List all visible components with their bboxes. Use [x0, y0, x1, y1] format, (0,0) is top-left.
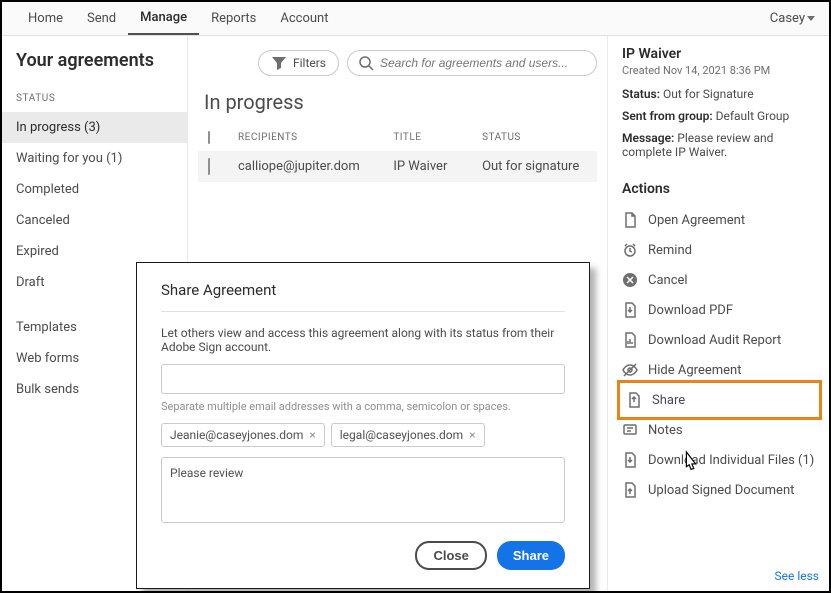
share-icon — [626, 392, 642, 408]
row-checkbox[interactable] — [208, 158, 210, 175]
action-label: Download PDF — [648, 303, 733, 318]
email-chip[interactable]: Jeanie@caseyjones.dom × — [161, 423, 325, 447]
share-agreement-modal: Share Agreement Let others view and acce… — [136, 262, 590, 589]
email-input[interactable] — [161, 364, 565, 394]
action-label: Hide Agreement — [648, 363, 741, 378]
filters-button[interactable]: Filters — [258, 50, 339, 76]
table-header: RECIPIENTS TITLE STATUS — [198, 124, 597, 151]
cancel-icon — [622, 272, 638, 288]
nav-send[interactable]: Send — [75, 3, 128, 34]
detail-title: IP Waiver — [622, 46, 817, 62]
top-nav: Home Send Manage Reports Account Casey — [2, 2, 829, 36]
close-button[interactable]: Close — [415, 541, 486, 570]
table-row[interactable]: calliope@jupiter.dom IP Waiver Out for s… — [198, 151, 597, 182]
action-audit[interactable]: Download Audit Report — [622, 325, 817, 355]
action-label: Remind — [648, 243, 692, 258]
cell-status: Out for signature — [482, 159, 593, 174]
action-label: Cancel — [648, 273, 688, 288]
filters-label: Filters — [293, 56, 326, 70]
chip-text: Jeanie@caseyjones.dom — [170, 428, 303, 442]
chevron-down-icon — [807, 16, 815, 21]
sidebar-item-canceled[interactable]: Canceled — [2, 205, 187, 236]
notes-icon — [622, 422, 638, 438]
cell-recipient: calliope@jupiter.dom — [238, 159, 393, 174]
search-input[interactable] — [380, 56, 586, 70]
action-hide[interactable]: Hide Agreement — [622, 355, 817, 385]
email-chip[interactable]: legal@caseyjones.dom × — [331, 423, 485, 447]
nav-home[interactable]: Home — [16, 3, 75, 34]
eye-off-icon — [622, 362, 638, 378]
report-icon — [622, 332, 638, 348]
select-all-checkbox[interactable] — [208, 131, 210, 144]
cell-title: IP Waiver — [393, 159, 482, 174]
clock-icon — [622, 242, 638, 258]
chip-remove-icon[interactable]: × — [469, 428, 475, 442]
document-icon — [622, 212, 638, 228]
chip-remove-icon[interactable]: × — [309, 428, 315, 442]
action-cancel[interactable]: Cancel — [622, 265, 817, 295]
action-label: Notes — [648, 423, 683, 438]
search-input-wrap[interactable] — [347, 50, 597, 76]
sidebar-item-completed[interactable]: Completed — [2, 174, 187, 205]
action-label: Open Agreement — [648, 213, 745, 228]
nav-manage[interactable]: Manage — [128, 2, 199, 35]
share-button[interactable]: Share — [497, 541, 565, 570]
detail-group: Sent from group: Default Group — [622, 109, 817, 123]
user-name: Casey — [770, 11, 805, 26]
nav-reports[interactable]: Reports — [199, 3, 268, 34]
action-label: Download Audit Report — [648, 333, 781, 348]
search-icon — [358, 55, 374, 71]
action-label: Upload Signed Document — [648, 483, 794, 498]
filter-icon — [271, 55, 287, 71]
sidebar-item-waiting[interactable]: Waiting for you (1) — [2, 143, 187, 174]
modal-body: Let others view and access this agreemen… — [161, 326, 565, 354]
upload-icon — [622, 482, 638, 498]
download-icon — [622, 302, 638, 318]
action-label: Share — [652, 393, 685, 408]
message-textarea[interactable] — [161, 457, 565, 523]
status-heading: STATUS — [2, 85, 187, 112]
page-title: Your agreements — [2, 50, 187, 85]
see-less-link[interactable]: See less — [775, 569, 820, 583]
modal-title: Share Agreement — [161, 281, 565, 299]
col-title: TITLE — [393, 132, 482, 143]
action-download-individual[interactable]: Download Individual Files (1) — [622, 445, 817, 475]
files-icon — [622, 452, 638, 468]
sidebar-item-in-progress[interactable]: In progress (3) — [2, 112, 187, 143]
action-upload[interactable]: Upload Signed Document — [622, 475, 817, 505]
chip-text: legal@caseyjones.dom — [340, 428, 463, 442]
user-menu[interactable]: Casey — [770, 7, 815, 30]
modal-helper: Separate multiple email addresses with a… — [161, 400, 565, 413]
section-title: In progress — [204, 90, 597, 114]
nav-account[interactable]: Account — [268, 3, 340, 34]
detail-status: Status: Out for Signature — [622, 87, 817, 101]
actions-heading: Actions — [622, 181, 817, 197]
detail-panel: IP Waiver Created Nov 14, 2021 8:36 PM S… — [607, 36, 829, 591]
col-status: STATUS — [482, 132, 593, 143]
detail-created: Created Nov 14, 2021 8:36 PM — [622, 64, 817, 77]
action-share[interactable]: Share — [622, 385, 817, 415]
action-notes[interactable]: Notes — [622, 415, 817, 445]
action-remind[interactable]: Remind — [622, 235, 817, 265]
detail-message: Message: Please review and complete IP W… — [622, 131, 817, 159]
action-download-pdf[interactable]: Download PDF — [622, 295, 817, 325]
col-recipients: RECIPIENTS — [238, 132, 393, 143]
action-open[interactable]: Open Agreement — [622, 205, 817, 235]
action-label: Download Individual Files (1) — [648, 453, 814, 468]
